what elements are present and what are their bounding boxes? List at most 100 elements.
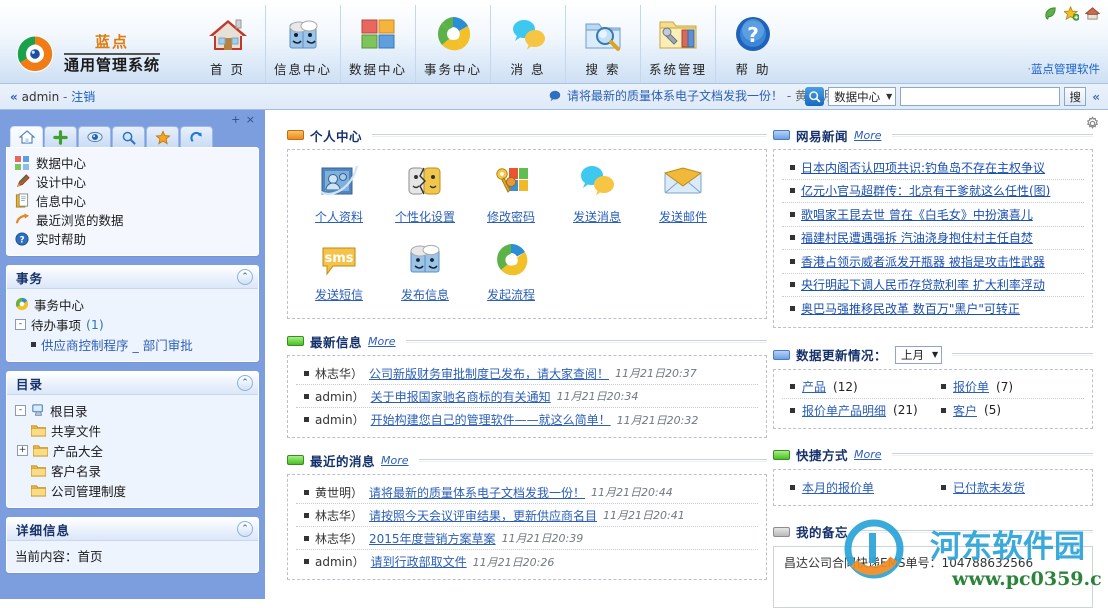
tree-row-customers[interactable]: 客户名录 bbox=[15, 460, 250, 480]
task-center-row[interactable]: 事务中心 bbox=[15, 294, 250, 314]
sidebar-item-recent-data[interactable]: 最近浏览的数据 bbox=[14, 210, 251, 229]
item-title[interactable]: 请到行政部取文件 bbox=[371, 553, 467, 570]
sidebar-tab-add[interactable] bbox=[44, 126, 77, 147]
more-link[interactable]: More bbox=[368, 335, 396, 348]
entity-label[interactable]: 产品 bbox=[802, 378, 826, 395]
logout-link[interactable]: 注销 bbox=[71, 90, 95, 104]
entity-label[interactable]: 客户 bbox=[953, 402, 977, 419]
list-item[interactable]: 林志华） 请按照今天会议评审结果，更新供应商名目 11月21日20:41 bbox=[296, 504, 758, 527]
item-title[interactable]: 关于申报国家驰名商标的有关通知 bbox=[371, 388, 551, 405]
list-item[interactable]: 报价单 (7) bbox=[933, 376, 1084, 399]
tree-toggle[interactable]: + bbox=[17, 444, 28, 456]
sidebar-window-controls[interactable]: + × bbox=[6, 114, 259, 125]
sidebar-tab-favorites[interactable] bbox=[146, 126, 179, 147]
search-scope-select[interactable]: 数据中心 ▼ bbox=[828, 87, 897, 106]
shortcut-personalize[interactable]: 个性化设置 bbox=[382, 156, 468, 234]
news-title[interactable]: 香港占领示威者派发开瓶器 被指是攻击性武器 bbox=[801, 253, 1045, 270]
list-item[interactable]: 林志华） 公司新版财务审批制度已发布，请大家查阅！ 11月21日20:37 bbox=[296, 362, 758, 385]
tree-row-root[interactable]: - 根目录 bbox=[15, 400, 250, 420]
list-item[interactable]: 歌唱家王昆去世 曾在《白毛女》中扮演喜儿 bbox=[782, 203, 1084, 227]
list-item[interactable]: 日本内阁否认四项共识:钓鱼岛不存在主权争议 bbox=[782, 156, 1084, 180]
list-item[interactable]: 亿元小官马超群传：北京有干爹就这么任性(图) bbox=[782, 180, 1084, 203]
nav-task-center[interactable]: 事务中心 bbox=[415, 5, 490, 83]
collapse-bar-icon[interactable]: « bbox=[1090, 90, 1102, 104]
nav-home[interactable]: 首 页 bbox=[190, 5, 265, 83]
shortcut-sms[interactable]: sms 发送短信 bbox=[296, 234, 382, 312]
sidebar-tab-watch[interactable] bbox=[78, 126, 111, 147]
entity-label[interactable]: 报价单 bbox=[953, 378, 989, 395]
message-ticker[interactable]: 请将最新的质量体系电子文档发我一份！ - 黄世明 bbox=[548, 87, 831, 104]
item-title[interactable]: 请将最新的质量体系电子文档发我一份！ bbox=[369, 484, 585, 501]
sidebar-tab-search[interactable] bbox=[112, 126, 145, 147]
sidebar-item-info-center[interactable]: 信息中心 bbox=[14, 191, 251, 210]
search-input[interactable] bbox=[900, 87, 1061, 106]
sidebar-item-design-center[interactable]: 设计中心 bbox=[14, 172, 251, 191]
leaf-icon[interactable] bbox=[1043, 6, 1058, 21]
home-small-icon[interactable] bbox=[1085, 6, 1100, 21]
tree-row-shared[interactable]: 共享文件 bbox=[15, 420, 250, 440]
todo-leaf-row[interactable]: 供应商控制程序 _ 部门审批 bbox=[15, 334, 250, 354]
list-item[interactable]: 福建村民遭遇强拆 汽油浇身抱住村主任自焚 bbox=[782, 227, 1084, 250]
list-item[interactable]: 报价单产品明细 (21) bbox=[782, 399, 933, 422]
tree-toggle[interactable]: - bbox=[15, 318, 26, 330]
brand-footer-1: 蓝点 bbox=[1031, 62, 1054, 76]
chevron-up-icon[interactable]: ⌃ bbox=[237, 521, 253, 537]
todo-node-row[interactable]: - 待办事项 (1) bbox=[15, 314, 250, 334]
nav-message[interactable]: 消 息 bbox=[490, 5, 565, 83]
list-item[interactable]: 央行明起下调人民币存贷款利率 扩大利率浮动 bbox=[782, 274, 1084, 297]
nav-info-center[interactable]: 信息中心 bbox=[265, 5, 340, 83]
nav-help[interactable]: ? 帮 助 bbox=[715, 5, 790, 83]
news-title[interactable]: 日本内阁否认四项共识:钓鱼岛不存在主权争议 bbox=[801, 159, 1045, 176]
sidebar-item-data-center[interactable]: 数据中心 bbox=[14, 153, 251, 172]
chevron-up-icon[interactable]: ⌃ bbox=[237, 375, 253, 391]
shortcut-send-message[interactable]: 发送消息 bbox=[554, 156, 640, 234]
news-title[interactable]: 央行明起下调人民币存贷款利率 扩大利率浮动 bbox=[801, 276, 1045, 293]
nav-search[interactable]: 搜 索 bbox=[565, 5, 640, 83]
list-item[interactable]: 黄世明） 请将最新的质量体系电子文档发我一份！ 11月21日20:44 bbox=[296, 481, 758, 504]
news-title[interactable]: 歌唱家王昆去世 曾在《白毛女》中扮演喜儿 bbox=[801, 206, 1033, 223]
news-title[interactable]: 奥巴马强推移民改革 数百万"黑户"可转正 bbox=[801, 300, 1020, 317]
list-item[interactable]: admin） 开始构建您自己的管理软件——就这么简单！ 11月21日20:32 bbox=[296, 408, 758, 431]
list-item[interactable]: 产品 (12) bbox=[782, 376, 933, 399]
tree-row-policies[interactable]: 公司管理制度 bbox=[15, 480, 250, 500]
nav-system-admin[interactable]: 系统管理 bbox=[640, 5, 715, 83]
bullet-icon bbox=[941, 484, 946, 490]
item-title[interactable]: 开始构建您自己的管理软件——就这么简单！ bbox=[371, 411, 611, 428]
more-link[interactable]: More bbox=[381, 454, 409, 467]
sidebar-tab-home[interactable] bbox=[10, 126, 43, 147]
quick-link-label[interactable]: 本月的报价单 bbox=[802, 479, 874, 496]
item-title[interactable]: 2015年度营销方案草案 bbox=[369, 530, 496, 547]
shortcut-start-process[interactable]: 发起流程 bbox=[468, 234, 554, 312]
tree-row-products[interactable]: + 产品大全 bbox=[15, 440, 250, 460]
list-item[interactable]: 奥巴马强推移民改革 数百万"黑户"可转正 bbox=[782, 297, 1084, 321]
item-title[interactable]: 公司新版财务审批制度已发布，请大家查阅！ bbox=[369, 365, 609, 382]
collapse-chevron-icon[interactable]: « bbox=[10, 90, 18, 104]
add-favorite-icon[interactable] bbox=[1064, 6, 1079, 21]
period-select[interactable]: 上月 ▼ bbox=[895, 345, 943, 364]
chevron-up-icon[interactable]: ⌃ bbox=[237, 269, 253, 285]
entity-label[interactable]: 报价单产品明细 bbox=[802, 402, 886, 419]
search-button[interactable]: 搜 bbox=[1064, 87, 1087, 106]
list-item[interactable]: 林志华） 2015年度营销方案草案 11月21日20:39 bbox=[296, 527, 758, 550]
quick-link-label[interactable]: 已付款未发货 bbox=[953, 479, 1025, 496]
list-item[interactable]: 香港占领示威者派发开瓶器 被指是攻击性武器 bbox=[782, 250, 1084, 274]
sidebar-item-live-help[interactable]: ? 实时帮助 bbox=[14, 229, 251, 248]
item-title[interactable]: 请按照今天会议评审结果，更新供应商名目 bbox=[369, 507, 597, 524]
tree-toggle[interactable]: - bbox=[15, 404, 26, 416]
sidebar-tab-refresh[interactable] bbox=[180, 126, 213, 147]
news-title[interactable]: 亿元小官马超群传：北京有干爹就这么任性(图) bbox=[801, 182, 1050, 199]
list-item[interactable]: 客户 (5) bbox=[933, 399, 1084, 422]
nav-data-center[interactable]: 数据中心 bbox=[340, 5, 415, 83]
more-link[interactable]: More bbox=[854, 448, 882, 461]
list-item[interactable]: admin） 关于申报国家驰名商标的有关通知 11月21日20:34 bbox=[296, 385, 758, 408]
shortcut-profile[interactable]: 个人资料 bbox=[296, 156, 382, 234]
search-icon[interactable] bbox=[805, 87, 825, 106]
shortcut-publish-info[interactable]: 发布信息 bbox=[382, 234, 468, 312]
list-item[interactable]: admin） 请到行政部取文件 11月21日20:26 bbox=[296, 550, 758, 573]
shortcut-send-mail[interactable]: 发送邮件 bbox=[640, 156, 726, 234]
shortcut-change-password[interactable]: 修改密码 bbox=[468, 156, 554, 234]
list-item[interactable]: 已付款未发货 bbox=[933, 476, 1084, 499]
more-link[interactable]: More bbox=[854, 129, 882, 142]
news-title[interactable]: 福建村民遭遇强拆 汽油浇身抱住村主任自焚 bbox=[801, 229, 1033, 246]
list-item[interactable]: 本月的报价单 bbox=[782, 476, 933, 499]
